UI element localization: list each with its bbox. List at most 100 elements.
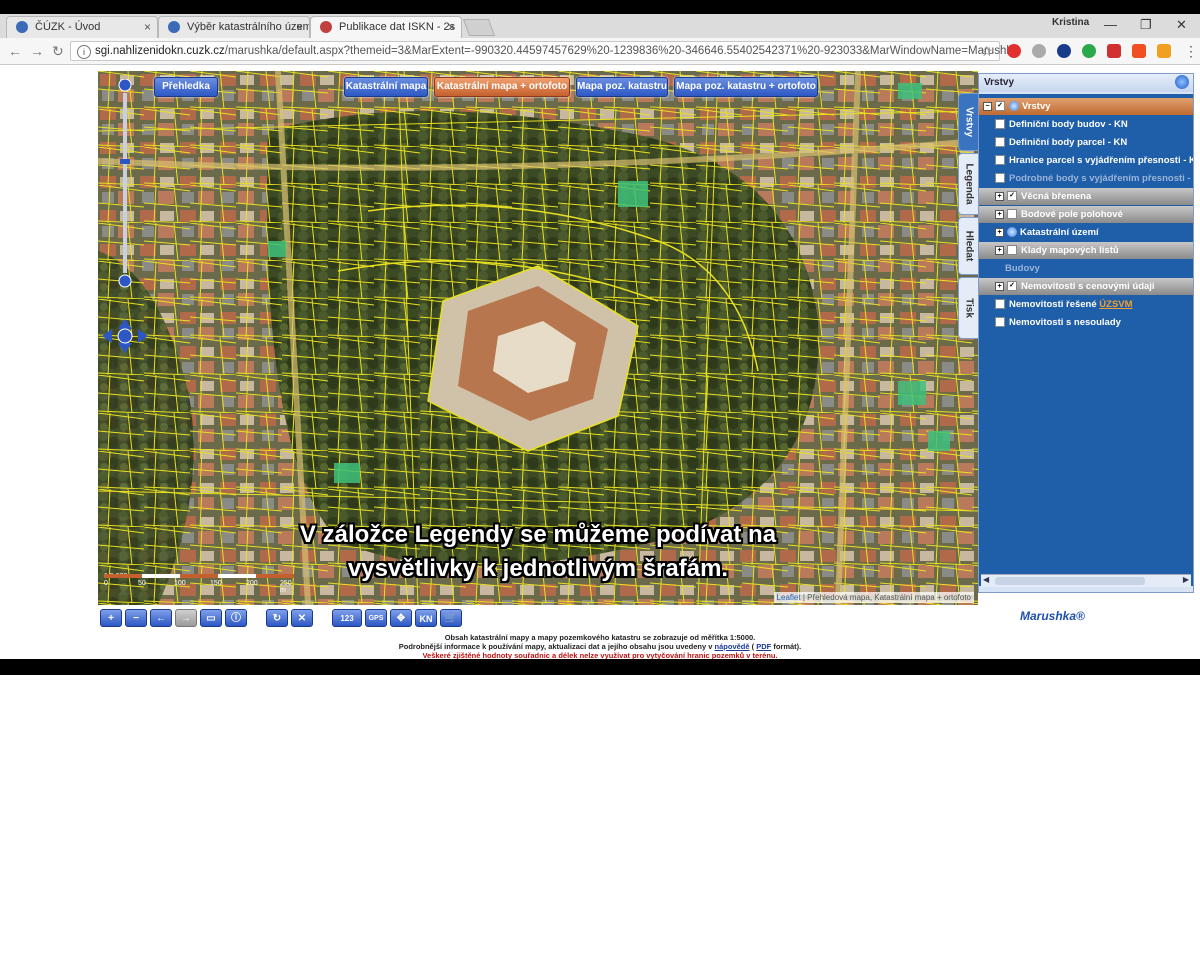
- s-extension-icon[interactable]: [1132, 44, 1146, 58]
- checkbox[interactable]: [1007, 245, 1017, 256]
- layer-group[interactable]: + ✓ Nemovitosti s cenovými údaji: [979, 278, 1193, 295]
- layer-item[interactable]: Budovy: [979, 260, 1193, 277]
- expand-icon[interactable]: +: [995, 281, 1004, 291]
- window-close-icon[interactable]: ✕: [1176, 17, 1187, 33]
- info-button[interactable]: ⓘ: [225, 609, 247, 627]
- collapse-icon[interactable]: −: [983, 101, 992, 111]
- layer-item[interactable]: Hranice parcel s vyjádřením přesnosti - …: [979, 152, 1193, 169]
- horizontal-scrollbar[interactable]: ◀ ▶: [981, 574, 1191, 587]
- layer-group[interactable]: + Bodové pole polohové: [979, 206, 1193, 223]
- tab-tisk[interactable]: Tisk: [958, 277, 979, 339]
- gps-button[interactable]: GPS: [365, 609, 387, 627]
- browser-tab-vyber[interactable]: Výběr katastrálního územ ×: [158, 16, 310, 38]
- close-icon[interactable]: ×: [296, 20, 303, 34]
- cart-button[interactable]: 🛒: [440, 609, 462, 627]
- layer-item[interactable]: + Katastrální území: [979, 224, 1193, 241]
- expand-icon[interactable]: +: [995, 227, 1004, 237]
- help-link[interactable]: nápovědě: [715, 642, 750, 651]
- checkbox[interactable]: ✓: [995, 101, 1005, 112]
- scroll-left-icon[interactable]: ◀: [983, 575, 989, 584]
- layer-button-katastralni-mapa[interactable]: Katastrální mapa: [344, 77, 428, 97]
- browser-tabstrip: ČÚZK - Úvod × Výběr katastrálního územ ×…: [0, 14, 1200, 38]
- video-extension-icon[interactable]: [1107, 44, 1121, 58]
- layer-button-mapa-poz-katastru[interactable]: Mapa poz. katastru: [576, 77, 668, 97]
- play-extension-icon[interactable]: [1057, 44, 1071, 58]
- close-icon[interactable]: ×: [144, 20, 151, 34]
- zoom-box-button[interactable]: ▭: [200, 609, 222, 627]
- map-attribution: Leaflet | Přehledová mapa, Katastrální m…: [773, 592, 974, 603]
- layer-tree-root[interactable]: − ✓ Vrstvy: [979, 98, 1193, 115]
- map-canvas[interactable]: Přehledka Katastrální mapa Katastrální m…: [98, 71, 978, 605]
- layer-item[interactable]: Definiční body budov - KN: [979, 116, 1193, 133]
- coordinates-button[interactable]: 123: [332, 609, 362, 627]
- back-icon[interactable]: ←: [8, 43, 22, 59]
- layer-item[interactable]: Podrobné body s vyjádřením přesnosti - K: [979, 170, 1193, 187]
- minimize-icon[interactable]: —: [1104, 17, 1117, 32]
- clear-button[interactable]: ✕: [291, 609, 313, 627]
- layer-item[interactable]: Nemovitosti s nesoulady: [979, 314, 1193, 331]
- expand-icon[interactable]: +: [995, 191, 1004, 201]
- layer-item[interactable]: Nemovitosti řešené ÚZSVM: [979, 296, 1193, 313]
- opera-extension-icon[interactable]: [1007, 44, 1021, 58]
- site-favicon-icon: [320, 21, 332, 33]
- extension-icon[interactable]: [1032, 44, 1046, 58]
- layer-group[interactable]: + Klady mapových listů: [979, 242, 1193, 259]
- scroll-right-icon[interactable]: ▶: [1183, 575, 1189, 584]
- expand-icon[interactable]: +: [995, 209, 1004, 219]
- checkbox[interactable]: ✓: [1007, 191, 1017, 202]
- zoom-slider[interactable]: [118, 79, 132, 289]
- profile-name[interactable]: Kristina: [1052, 17, 1089, 28]
- layer-button-katastralni-mapa-ortofoto[interactable]: Katastrální mapa + ortofoto: [434, 77, 570, 97]
- tab-label: Výběr katastrálního územ: [187, 21, 310, 33]
- expand-icon[interactable]: +: [995, 245, 1004, 255]
- checkbox[interactable]: [995, 299, 1005, 310]
- zoom-out-button[interactable]: −: [125, 609, 147, 627]
- browser-menu-icon[interactable]: ⋮: [1184, 43, 1198, 60]
- checkbox[interactable]: [995, 317, 1005, 328]
- scroll-thumb[interactable]: [995, 577, 1145, 585]
- pdf-link[interactable]: PDF: [756, 642, 771, 651]
- reload-icon[interactable]: ↻: [52, 43, 64, 60]
- layer-button-mapa-poz-katastru-ortofoto[interactable]: Mapa poz. katastru + ortofoto: [674, 77, 818, 97]
- close-icon[interactable]: ×: [448, 20, 455, 34]
- locate-button[interactable]: ✥: [390, 609, 412, 627]
- tab-hledat[interactable]: Hledat: [958, 217, 979, 275]
- layer-item[interactable]: Definiční body parcel - KN: [979, 134, 1193, 151]
- marushka-logo: Marushka®: [1020, 609, 1085, 623]
- browser-tab-publikace[interactable]: Publikace dat ISKN - 2s ×: [310, 16, 462, 38]
- checkbox[interactable]: [1007, 209, 1017, 220]
- refresh-button[interactable]: ↻: [266, 609, 288, 627]
- checkbox[interactable]: [995, 155, 1005, 166]
- checkbox[interactable]: [995, 119, 1005, 130]
- layer-group[interactable]: + ✓ Věcná břemena: [979, 188, 1193, 205]
- browser-tab-cuzk[interactable]: ČÚZK - Úvod ×: [6, 16, 158, 38]
- footer-help-note: Podrobnější informace k používání mapy, …: [398, 642, 802, 651]
- tab-legenda[interactable]: Legenda: [958, 153, 979, 215]
- panel-info-icon[interactable]: [1175, 75, 1189, 89]
- maximize-icon[interactable]: ❐: [1140, 17, 1152, 33]
- site-info-icon[interactable]: i: [77, 45, 91, 59]
- kn-button[interactable]: KN: [415, 609, 437, 627]
- previous-view-button[interactable]: ←: [150, 609, 172, 627]
- uzsvm-link[interactable]: ÚZSVM: [1099, 299, 1132, 310]
- bookmark-star-icon[interactable]: ☆: [980, 43, 993, 60]
- zoom-in-button[interactable]: +: [100, 609, 122, 627]
- layers-icon: [1009, 101, 1019, 112]
- attribution-text: | Přehledová mapa, Katastrální mapa + or…: [802, 593, 971, 602]
- mail-extension-icon[interactable]: [1157, 44, 1171, 58]
- leaflet-link[interactable]: Leaflet: [777, 593, 801, 602]
- video-letterbox-top: [0, 0, 1200, 14]
- checkbox[interactable]: ✓: [1007, 281, 1017, 292]
- url-text: sgi.nahlizenidokn.cuzk.cz/marushka/defau…: [95, 45, 1019, 57]
- overview-button[interactable]: Přehledka: [154, 77, 218, 97]
- grammarly-extension-icon[interactable]: [1082, 44, 1096, 58]
- pan-control[interactable]: [102, 319, 148, 353]
- zoom-slider-track: [118, 79, 132, 288]
- address-bar[interactable]: i sgi.nahlizenidokn.cuzk.cz/marushka/def…: [70, 41, 1019, 61]
- forward-icon[interactable]: →: [30, 43, 44, 59]
- checkbox[interactable]: [995, 137, 1005, 148]
- next-view-button[interactable]: →: [175, 609, 197, 627]
- site-favicon-icon: [168, 21, 180, 33]
- tab-vrstvy[interactable]: Vrstvy: [958, 93, 979, 151]
- checkbox[interactable]: [995, 173, 1005, 184]
